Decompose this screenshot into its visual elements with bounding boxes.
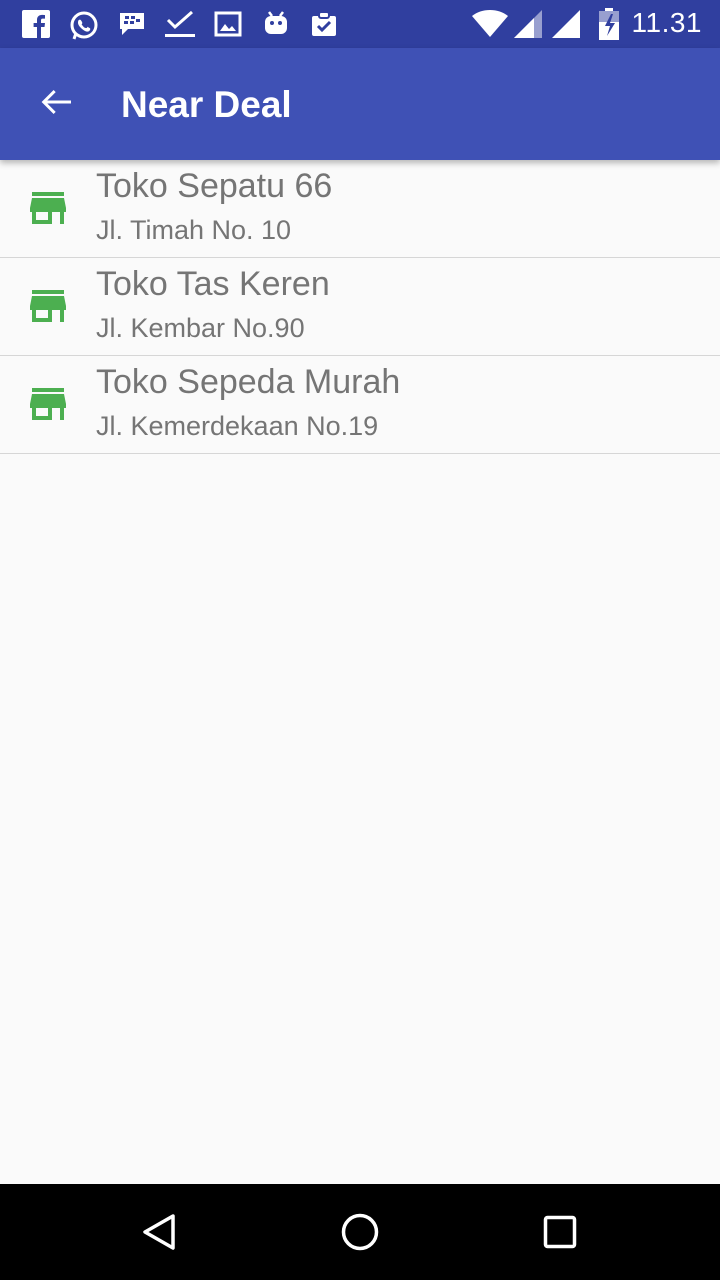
app-bar: Near Deal — [0, 48, 720, 160]
signal-icon — [514, 10, 544, 38]
image-icon — [214, 10, 242, 38]
facebook-icon — [22, 10, 50, 38]
check-icon — [164, 10, 196, 38]
wifi-icon — [472, 10, 508, 38]
list-item-store[interactable]: Toko Tas Keren Jl. Kembar No.90 — [0, 258, 720, 356]
page-title: Near Deal — [121, 84, 292, 125]
status-time: 11.31 — [631, 7, 702, 38]
store-icon — [24, 282, 72, 330]
battery-charging-icon — [598, 8, 620, 40]
store-icon — [24, 380, 72, 428]
store-icon — [24, 184, 72, 232]
store-address: Jl. Kembar No.90 — [96, 313, 305, 343]
list-item-store[interactable]: Toko Sepeda Murah Jl. Kemerdekaan No.19 — [0, 356, 720, 454]
back-button[interactable] — [26, 76, 86, 132]
home-circle-icon[interactable] — [336, 1208, 384, 1256]
store-list: Toko Sepatu 66 Jl. Timah No. 10 Toko Tas… — [0, 160, 720, 454]
clipboard-check-icon — [310, 10, 338, 38]
recents-square-icon[interactable] — [536, 1208, 584, 1256]
back-triangle-icon[interactable] — [136, 1208, 184, 1256]
navigation-bar — [0, 1184, 720, 1280]
android-icon — [262, 10, 290, 38]
status-bar: 11.31 — [0, 0, 720, 48]
store-name: Toko Sepeda Murah — [96, 363, 401, 401]
store-address: Jl. Kemerdekaan No.19 — [96, 411, 379, 441]
arrow-back-icon — [38, 84, 74, 125]
store-address: Jl. Timah No. 10 — [96, 215, 292, 245]
list-item-store[interactable]: Toko Sepatu 66 Jl. Timah No. 10 — [0, 160, 720, 258]
store-name: Toko Tas Keren — [96, 265, 330, 303]
signal-icon — [552, 10, 582, 38]
store-name: Toko Sepatu 66 — [96, 167, 333, 205]
bbm-icon — [118, 10, 146, 38]
whatsapp-icon — [68, 10, 100, 42]
